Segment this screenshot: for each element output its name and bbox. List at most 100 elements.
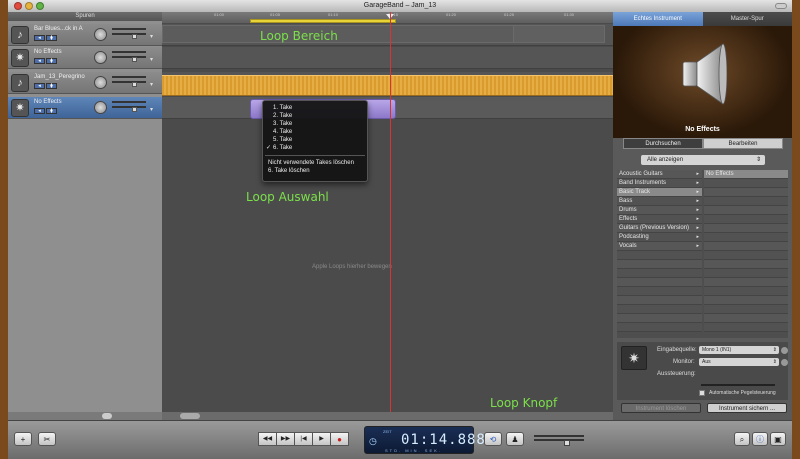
mute-button[interactable]: ◂ xyxy=(34,83,45,89)
delete-unused-takes-item[interactable]: Nicht verwendete Takes löschen xyxy=(263,159,367,167)
track-volume-slider[interactable] xyxy=(112,51,146,63)
input-source-select[interactable]: Mono 1 (IN1) ⇕ xyxy=(699,346,779,354)
category-item[interactable]: Acoustic Guitars ▸ xyxy=(617,170,702,179)
star-instrument-icon: ✷ xyxy=(11,99,29,117)
empty-row xyxy=(704,296,788,305)
track-editor-button[interactable]: ✂ xyxy=(38,432,56,446)
help-icon[interactable] xyxy=(781,347,788,354)
take-menu-item[interactable]: 1. Take xyxy=(263,104,367,112)
track-header[interactable]: ✷ No Effects ◂ ⧫ ▾ xyxy=(8,47,162,69)
empty-row xyxy=(704,278,788,287)
tab-browse[interactable]: Durchsuchen xyxy=(623,138,703,149)
add-track-button[interactable]: + xyxy=(14,432,32,446)
media-browser-button[interactable]: ▣ xyxy=(770,432,786,446)
metronome-button[interactable]: ♟ xyxy=(506,432,524,446)
monitor-select[interactable]: Aus ⇕ xyxy=(699,358,779,366)
fast-forward-button[interactable]: ▶▶ xyxy=(276,432,295,446)
delete-instrument-button[interactable]: Instrument löschen xyxy=(621,403,701,413)
empty-row xyxy=(704,179,788,188)
empty-row xyxy=(617,296,702,305)
arrange-area[interactable]: 01:00 01:05 01:10 01:15 01:20 01:25 01:3… xyxy=(162,12,613,420)
take-menu-item[interactable]: 3. Take xyxy=(263,120,367,128)
solo-button[interactable]: ⧫ xyxy=(46,108,57,114)
lcd-display[interactable]: ZEIT ◷ 01:14.888 STD. MIN. SEK. xyxy=(364,426,485,454)
empty-row xyxy=(617,287,702,296)
pan-knob[interactable] xyxy=(94,76,107,89)
track-header-selected[interactable]: ✷ No Effects ◂ ⧫ ▾ xyxy=(8,97,162,119)
playhead-line xyxy=(390,12,391,412)
category-item[interactable]: Guitars (Previous Version) ▸ xyxy=(617,224,702,233)
cycle-loop-button[interactable]: ⟲ xyxy=(484,432,502,446)
track-volume-slider[interactable] xyxy=(112,101,146,113)
record-button[interactable]: ● xyxy=(330,432,349,446)
horizontal-scrollbar[interactable] xyxy=(162,412,613,420)
take-menu-item-checked[interactable]: ✓ 6. Take xyxy=(263,144,367,152)
track-volume-slider[interactable] xyxy=(112,76,146,88)
solo-button[interactable]: ⧫ xyxy=(46,58,57,64)
preset-list: No Effects xyxy=(704,170,788,338)
toolbar-toggle-button[interactable] xyxy=(775,3,787,9)
show-all-select[interactable]: Alle anzeigen ⇕ xyxy=(641,155,765,165)
take-menu-item[interactable]: 5. Take xyxy=(263,136,367,144)
empty-row xyxy=(704,314,788,323)
category-item-selected[interactable]: Basic Track ▸ xyxy=(617,188,702,197)
category-item[interactable]: Bass ▸ xyxy=(617,197,702,206)
delete-take-item[interactable]: 6. Take löschen xyxy=(263,167,367,175)
take-menu: 1. Take 2. Take 3. Take 4. Take 5. Take … xyxy=(262,100,368,182)
star-instrument-icon[interactable]: ✷ xyxy=(621,346,647,370)
mute-button[interactable]: ◂ xyxy=(34,58,45,64)
preset-item-selected[interactable]: No Effects xyxy=(704,170,788,179)
chevron-down-icon[interactable]: ▾ xyxy=(150,81,153,88)
audio-region[interactable] xyxy=(162,75,613,96)
track-headers-panel: Spuren ♪ Bar Blues...ck in A ◂ ⧫ ▾ ✷ No E… xyxy=(8,12,162,420)
rewind-button[interactable]: ◀◀ xyxy=(258,432,277,446)
track-lane[interactable] xyxy=(162,47,613,69)
star-instrument-icon: ✷ xyxy=(11,49,29,67)
auto-level-checkbox[interactable] xyxy=(699,390,705,396)
pan-knob[interactable] xyxy=(94,101,107,114)
close-window-button[interactable] xyxy=(14,2,22,10)
tab-edit[interactable]: Bearbeiten xyxy=(703,138,783,149)
input-settings: ✷ Eingabequelle: Mono 1 (IN1) ⇕ Monitor: … xyxy=(617,342,788,400)
pan-knob[interactable] xyxy=(94,51,107,64)
help-icon[interactable] xyxy=(781,359,788,366)
zoom-window-button[interactable] xyxy=(36,2,44,10)
cycle-region[interactable] xyxy=(250,19,396,23)
recording-level-slider[interactable] xyxy=(701,384,775,386)
chevron-down-icon[interactable]: ▾ xyxy=(150,106,153,113)
zoom-slider[interactable] xyxy=(8,412,162,420)
play-button[interactable]: ▶ xyxy=(312,432,331,446)
midi-region[interactable] xyxy=(513,25,605,43)
track-volume-slider[interactable] xyxy=(112,28,146,40)
track-info-button[interactable]: ⓘ xyxy=(752,432,768,446)
take-menu-item[interactable]: 2. Take xyxy=(263,112,367,120)
input-source-label: Eingabequelle: xyxy=(657,347,697,353)
pan-knob[interactable] xyxy=(94,28,107,41)
track-header[interactable]: ♪ Bar Blues...ck in A ◂ ⧫ ▾ xyxy=(8,24,162,46)
mute-button[interactable]: ◂ xyxy=(34,35,45,41)
save-instrument-button[interactable]: Instrument sichern ... xyxy=(707,403,787,413)
transport-controls: ◀◀ ▶▶ |◀ ▶ ● xyxy=(258,432,349,446)
chevron-down-icon[interactable]: ▾ xyxy=(150,56,153,63)
master-volume-slider[interactable] xyxy=(534,435,584,446)
solo-button[interactable]: ⧫ xyxy=(46,35,57,41)
minimize-window-button[interactable] xyxy=(25,2,33,10)
tab-real-instrument[interactable]: Echtes Instrument xyxy=(613,12,703,26)
category-item[interactable]: Effects ▸ xyxy=(617,215,702,224)
go-to-start-button[interactable]: |◀ xyxy=(294,432,313,446)
category-item[interactable]: Podcasting ▸ xyxy=(617,233,702,242)
chevron-updown-icon: ⇕ xyxy=(755,157,761,163)
solo-button[interactable]: ⧫ xyxy=(46,83,57,89)
take-menu-item[interactable]: 4. Take xyxy=(263,128,367,136)
mute-button[interactable]: ◂ xyxy=(34,108,45,114)
ruler-tick: 01:20 xyxy=(446,12,457,17)
loop-browser-button[interactable]: ⌕ xyxy=(734,432,750,446)
annotation-loop-auswahl: Loop Auswahl xyxy=(246,190,329,204)
category-item[interactable]: Vocals ▸ xyxy=(617,242,702,251)
category-item[interactable]: Drums ▸ xyxy=(617,206,702,215)
track-header[interactable]: ♪ Jam_13_Peregrino ◂ ⧫ ▾ xyxy=(8,72,162,94)
empty-row xyxy=(704,233,788,242)
tab-master-track[interactable]: Master-Spur xyxy=(702,12,792,26)
category-item[interactable]: Band Instruments ▸ xyxy=(617,179,702,188)
chevron-down-icon[interactable]: ▾ xyxy=(150,33,153,40)
